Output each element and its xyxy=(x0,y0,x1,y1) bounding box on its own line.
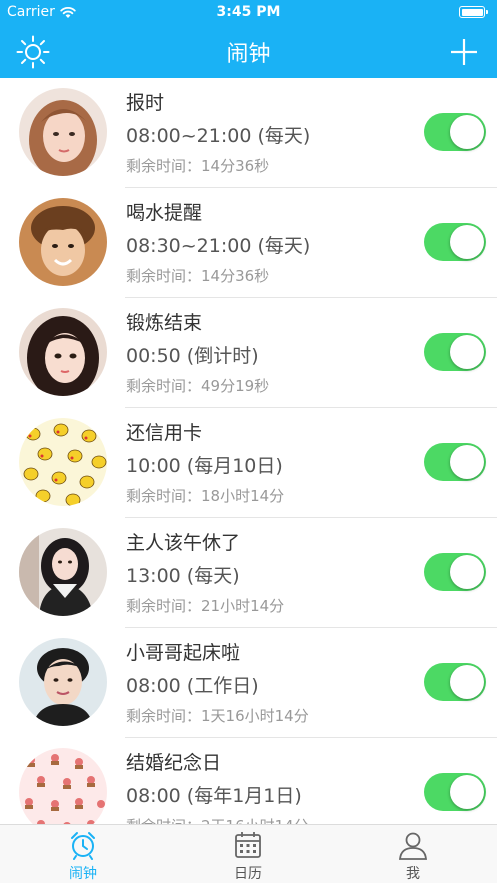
alarm-remaining: 剩余时间：14分36秒 xyxy=(126,267,270,285)
alarm-time: 08:00~21:00 (每天) xyxy=(126,125,311,147)
alarm-time: 10:00 (每月10日) xyxy=(126,455,283,477)
alarm-toggle[interactable] xyxy=(424,663,486,701)
page-title: 闹钟 xyxy=(226,42,271,67)
alarm-row[interactable]: 主人该午休了 13:00 (每天) 剩余时间：21小时14分 xyxy=(0,518,497,628)
alarm-toggle[interactable] xyxy=(424,773,486,811)
alarm-toggle[interactable] xyxy=(424,553,486,591)
alarm-toggle[interactable] xyxy=(424,113,486,151)
alarm-toggle[interactable] xyxy=(424,443,486,481)
alarm-remaining: 剩余时间：18小时14分 xyxy=(126,487,285,505)
status-bar: Carrier 3:45 PM xyxy=(0,0,497,26)
alarm-title: 锻炼结束 xyxy=(126,312,203,334)
avatar xyxy=(19,528,107,616)
tab-me[interactable]: 我 xyxy=(373,825,453,883)
tab-label: 闹钟 xyxy=(69,866,97,882)
toggle-knob xyxy=(450,445,484,479)
alarm-clock-icon xyxy=(71,832,95,860)
alarm-remaining: 剩余时间：2天16小时14分 xyxy=(126,815,309,824)
alarm-remaining: 剩余时间：14分36秒 xyxy=(126,157,270,175)
avatar xyxy=(19,638,107,726)
avatar xyxy=(19,418,107,506)
tab-calendar[interactable]: 日历 xyxy=(208,825,288,883)
alarm-remaining: 剩余时间：49分19秒 xyxy=(126,377,270,395)
alarm-title: 报时 xyxy=(126,92,165,114)
avatar xyxy=(19,308,107,396)
alarm-row[interactable]: 小哥哥起床啦 08:00 (工作日) 剩余时间：1天16小时14分 xyxy=(0,628,497,738)
alarm-remaining: 剩余时间：21小时14分 xyxy=(126,597,285,615)
avatar xyxy=(19,198,107,286)
toggle-knob xyxy=(450,665,484,699)
nav-bar: 闹钟 xyxy=(0,26,497,78)
alarm-row[interactable]: 锻炼结束 00:50 (倒计时) 剩余时间：49分19秒 xyxy=(0,298,497,408)
toggle-knob xyxy=(450,115,484,149)
tab-label: 日历 xyxy=(234,866,262,882)
alarm-title: 结婚纪念日 xyxy=(126,752,222,774)
alarm-list: 报时 08:00~21:00 (每天) 剩余时间：14分36秒 喝水提醒 08:… xyxy=(0,78,497,824)
header: Carrier 3:45 PM 闹钟 xyxy=(0,0,497,78)
toggle-knob xyxy=(450,225,484,259)
alarm-row[interactable]: 还信用卡 10:00 (每月10日) 剩余时间：18小时14分 xyxy=(0,408,497,518)
alarm-time: 13:00 (每天) xyxy=(126,565,240,587)
alarm-title: 主人该午休了 xyxy=(126,532,241,554)
tab-alarm[interactable]: 闹钟 xyxy=(43,825,123,883)
alarm-toggle[interactable] xyxy=(424,223,486,261)
alarm-row[interactable]: 报时 08:00~21:00 (每天) 剩余时间：14分36秒 xyxy=(0,78,497,188)
battery-icon xyxy=(459,6,488,18)
alarm-title: 小哥哥起床啦 xyxy=(126,642,241,664)
avatar xyxy=(19,748,107,824)
toggle-knob xyxy=(450,555,484,589)
alarm-row[interactable]: 喝水提醒 08:30~21:00 (每天) 剩余时间：14分36秒 xyxy=(0,188,497,298)
alarm-remaining: 剩余时间：1天16小时14分 xyxy=(126,707,309,725)
plus-icon[interactable] xyxy=(449,37,479,67)
toggle-knob xyxy=(450,335,484,369)
tab-label: 我 xyxy=(406,866,420,882)
status-time: 3:45 PM xyxy=(216,4,281,20)
calendar-icon xyxy=(235,832,261,858)
alarm-title: 喝水提醒 xyxy=(126,202,203,224)
alarm-title: 还信用卡 xyxy=(126,422,203,444)
toggle-knob xyxy=(450,775,484,809)
tab-bar: 闹钟 日历 我 xyxy=(0,824,497,883)
avatar xyxy=(19,88,107,176)
alarm-time: 08:00 (工作日) xyxy=(126,675,259,697)
alarm-time: 08:30~21:00 (每天) xyxy=(126,235,311,257)
person-icon xyxy=(399,832,427,860)
alarm-time: 08:00 (每年1月1日) xyxy=(126,785,302,807)
alarm-time: 00:50 (倒计时) xyxy=(126,345,259,367)
alarm-row[interactable]: 结婚纪念日 08:00 (每年1月1日) 剩余时间：2天16小时14分 xyxy=(0,738,497,824)
alarm-toggle[interactable] xyxy=(424,333,486,371)
